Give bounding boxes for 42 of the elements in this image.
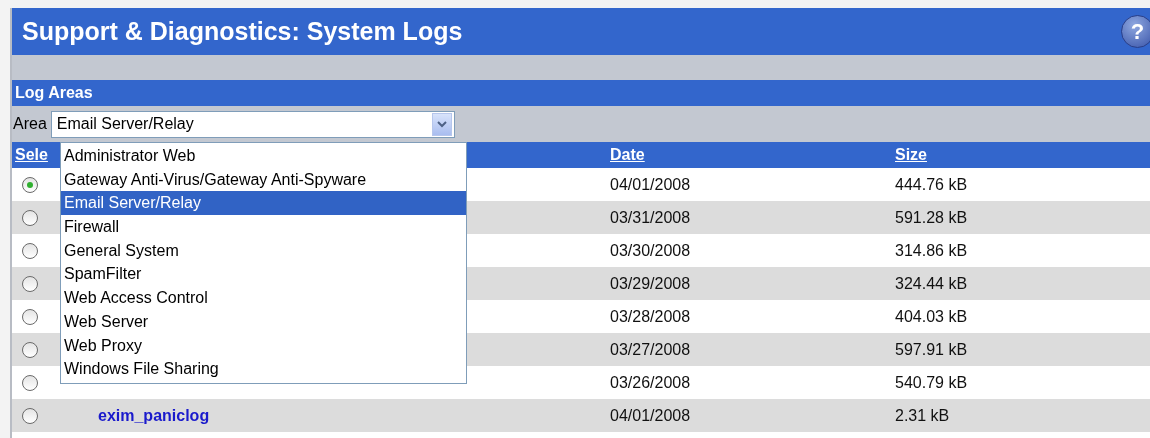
dropdown-option[interactable]: Administrator Web xyxy=(61,144,466,168)
radio-button[interactable] xyxy=(22,341,38,358)
radio-button[interactable] xyxy=(22,374,38,391)
page-title: Support & Diagnostics: System Logs xyxy=(22,17,463,46)
dropdown-option[interactable]: Windows File Sharing xyxy=(61,357,466,381)
dropdown-option[interactable]: Web Access Control xyxy=(61,286,466,310)
table-cell: 404.03 kB xyxy=(895,307,968,326)
table-cell: 03/29/2008 xyxy=(610,274,691,293)
radio-button[interactable] xyxy=(22,209,38,226)
table-cell: 444.76 kB xyxy=(895,175,968,194)
table-cell: 03/31/2008 xyxy=(610,208,691,227)
radio-button[interactable] xyxy=(22,242,38,259)
table-cell: 04/01/2008 xyxy=(610,406,691,425)
table-cell: 324.44 kB xyxy=(895,274,968,293)
table-cell: 314.86 kB xyxy=(895,241,968,260)
dropdown-option[interactable]: SpamFilter xyxy=(61,262,466,287)
table-cell: 597.91 kB xyxy=(895,340,968,359)
section-title: Log Areas xyxy=(12,80,1150,106)
table-cell: 04/01/2008 xyxy=(610,175,691,194)
dropdown-option[interactable]: Gateway Anti-Virus/Gateway Anti-Spyware xyxy=(61,167,466,192)
area-dropdown[interactable]: Email Server/Relay xyxy=(50,110,455,138)
column-header[interactable]: Sele xyxy=(12,146,48,164)
log-file-link[interactable]: exim_paniclog xyxy=(62,406,210,425)
table-cell: 03/27/2008 xyxy=(610,340,691,359)
radio-button[interactable] xyxy=(22,407,38,424)
table-cell: 03/30/2008 xyxy=(610,241,691,260)
dropdown-option[interactable]: Email Server/Relay xyxy=(61,191,466,216)
dropdown-option[interactable]: Firewall xyxy=(61,215,466,239)
table-cell: 591.28 kB xyxy=(895,208,968,227)
dropdown-option[interactable]: General System xyxy=(61,238,466,263)
radio-button[interactable] xyxy=(22,275,38,292)
column-header[interactable]: Size xyxy=(895,146,927,164)
table-cell: 2.31 kB xyxy=(895,406,950,425)
area-label: Area xyxy=(13,115,47,133)
radio-button[interactable] xyxy=(22,176,38,193)
radio-button[interactable] xyxy=(22,308,38,325)
column-header[interactable]: Date xyxy=(610,146,645,164)
dropdown-option[interactable]: Web Server xyxy=(61,309,466,334)
table-cell: 540.79 kB xyxy=(895,373,968,392)
table-cell: 03/26/2008 xyxy=(610,373,691,392)
table-cell: 03/28/2008 xyxy=(610,307,691,326)
dropdown-option[interactable]: Web Proxy xyxy=(61,333,466,358)
